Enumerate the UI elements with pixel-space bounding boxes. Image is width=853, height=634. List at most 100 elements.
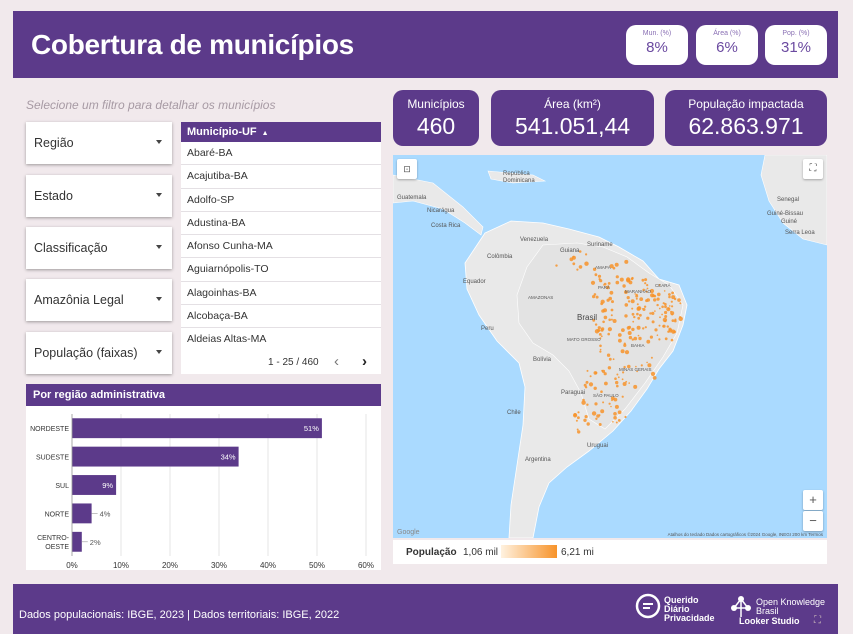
municipality-dot (598, 423, 602, 426)
pill-value: 31% (780, 39, 812, 56)
municipality-dot (599, 344, 602, 348)
municipality-dot (637, 334, 640, 337)
next-page-chevron-icon[interactable]: › (362, 353, 367, 370)
municipality-dot (617, 419, 621, 422)
municipality-dot (617, 333, 622, 337)
prev-page-chevron-icon[interactable]: ‹ (334, 353, 339, 370)
municipality-dot (622, 284, 626, 288)
municipality-dot (572, 255, 575, 258)
municipality-dot (621, 378, 624, 381)
municipality-dot (617, 410, 622, 415)
zoom-out-button[interactable]: − (803, 511, 823, 531)
dropdown-label: Região (34, 136, 74, 150)
municipality-dot (611, 300, 614, 304)
table-header-municipio[interactable]: Município-UF ▲ (181, 122, 381, 142)
table-row[interactable]: Aguiarnópolis-TO (181, 258, 381, 282)
caret-down-icon (156, 245, 162, 249)
map-legend: População 1,06 mil 6,21 mi (393, 540, 827, 564)
map-label: Senegal (777, 197, 800, 203)
fullscreen-icon[interactable]: ⛶ (814, 615, 821, 626)
map-label: Dominicana (503, 178, 535, 184)
map-label: BAHIA (631, 343, 645, 348)
dropdown-label: População (faixas) (34, 346, 138, 360)
table-row[interactable]: Alagoinhas-BA (181, 282, 381, 306)
population-range-dropdown[interactable]: População (faixas) (26, 332, 172, 374)
municipality-dot (608, 296, 612, 301)
municipality-dot (599, 350, 602, 353)
value-label: 4% (100, 509, 111, 518)
municipality-dot (620, 349, 625, 354)
municipality-dot (624, 415, 627, 419)
table-row[interactable]: Abaré-BA (181, 142, 381, 166)
municipality-dot (644, 326, 647, 329)
municipality-dot (572, 262, 576, 266)
table-row[interactable]: Afonso Cunha-MA (181, 235, 381, 259)
municipality-dot (664, 302, 667, 306)
municipality-dot (584, 386, 588, 389)
municipality-dot (593, 386, 597, 390)
municipality-dot (651, 294, 655, 298)
municipality-dot (656, 297, 660, 301)
table-row[interactable]: Adustina-BA (181, 212, 381, 236)
map-label: Bolívia (533, 357, 552, 363)
municipality-dot (594, 273, 598, 277)
municipality-dot (614, 262, 619, 267)
municipality-dot (668, 327, 672, 331)
municipality-dot (614, 377, 617, 380)
region-dropdown[interactable]: Região (26, 122, 172, 164)
classification-dropdown[interactable]: Classificação (26, 227, 172, 269)
municipality-dot (644, 282, 647, 285)
municipality-dot (595, 417, 598, 420)
municipality-dot (642, 308, 644, 310)
select-area-icon[interactable]: ⊡ (397, 159, 417, 179)
municipality-dot (601, 369, 604, 372)
table-row[interactable]: Adolfo-SP (181, 189, 381, 212)
legal-amazon-dropdown[interactable]: Amazônia Legal (26, 279, 172, 321)
municipality-dot (594, 323, 598, 326)
sort-ascending-icon: ▲ (261, 130, 269, 137)
municipality-dot (610, 308, 614, 312)
municipality-dot (612, 266, 616, 270)
map-label: Costa Rica (431, 223, 461, 229)
map-label: Equador (463, 279, 486, 285)
municipality-dot (624, 303, 629, 307)
zoom-in-button[interactable]: + (803, 490, 823, 510)
pill-pop-percent: Pop. (%) 31% (765, 25, 827, 65)
municipality-dot (616, 373, 619, 376)
fullscreen-icon[interactable]: ⛶ (803, 159, 823, 179)
category-label: NORTE (45, 511, 70, 518)
municipality-dot (612, 421, 614, 423)
map-label: Guiana (560, 248, 580, 254)
legend-max: 6,21 mi (561, 547, 594, 558)
pill-label: Área (%) (713, 30, 741, 37)
municipality-dot (615, 280, 620, 285)
region-bar-chart: 0% 10% 20% 30% 40% 50% 60% NORDESTE 51% SUDESTE 34… (30, 414, 374, 570)
municipality-dot (597, 326, 601, 330)
municipality-dot (646, 316, 650, 320)
municipality-dot (602, 320, 605, 324)
municipality-dot (630, 299, 635, 304)
state-dropdown[interactable]: Estado (26, 175, 172, 217)
looker-studio-label: Looker Studio (739, 616, 800, 626)
municipality-dot (661, 305, 664, 309)
municipality-dot (639, 297, 644, 301)
table-row[interactable]: Acajutiba-BA (181, 165, 381, 189)
municipality-dot (631, 307, 634, 310)
municipality-dot (599, 348, 602, 351)
municipality-dot (608, 357, 612, 361)
pill-area-percent: Área (%) 6% (696, 25, 758, 65)
map-label: Guiné-Bissau (767, 211, 804, 217)
map-attribution[interactable]: Atalhos do teclado Dados cartográficos ©… (668, 532, 823, 537)
table-row[interactable]: Aldeias Altas-MA (181, 328, 381, 351)
map-label: AMAZONAS (528, 295, 554, 300)
map-label: Uruguai (587, 443, 609, 449)
pill-value: 8% (646, 39, 668, 56)
map-label: SÃO PAULO (593, 393, 619, 398)
municipality-dot (610, 318, 613, 321)
table-row[interactable]: Alcobaça-BA (181, 305, 381, 329)
municipality-dot (608, 402, 611, 405)
coverage-map[interactable]: Guatemala Nicarágua Costa Rica República… (393, 155, 827, 538)
municipality-dot (607, 332, 610, 336)
page-title: Cobertura de municípios (31, 29, 354, 60)
municipality-dot (615, 380, 619, 385)
